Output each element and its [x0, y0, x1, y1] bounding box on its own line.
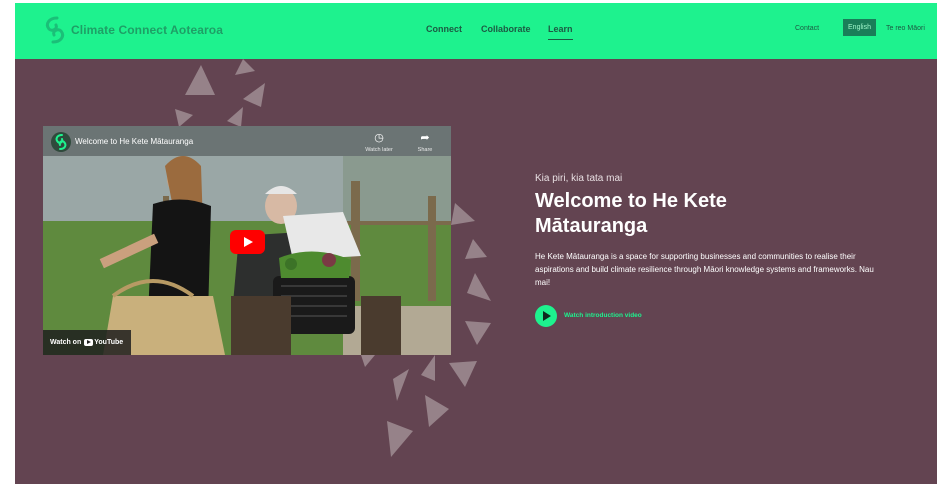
share-button[interactable]: ➦ Share [407, 132, 443, 153]
hero-headline: Welcome to He Kete Mātauranga [535, 190, 727, 237]
watch-later-button[interactable]: ◷ Watch later [361, 132, 397, 153]
watch-later-label: Watch later [365, 147, 393, 153]
play-circle-icon [535, 305, 557, 327]
hero-eyebrow: Kia piri, kia tata mai [535, 173, 623, 184]
youtube-label: YouTube [94, 339, 124, 346]
page-frame: Climate Connect Aotearoa Connect Collabo… [15, 3, 937, 484]
cta-label: Watch introduction video [564, 312, 642, 319]
share-icon: ➦ [420, 132, 430, 144]
video-title[interactable]: Welcome to He Kete Mātauranga [75, 137, 193, 146]
video-play-button[interactable] [230, 230, 265, 254]
hero-description: He Kete Mātauranga is a space for suppor… [535, 252, 874, 287]
clock-icon: ◷ [374, 132, 384, 144]
intro-video-player[interactable]: Welcome to He Kete Mātauranga ◷ Watch la… [43, 126, 451, 355]
share-label: Share [417, 147, 433, 153]
watch-on-youtube-link[interactable]: Watch on YouTube [43, 330, 131, 355]
youtube-icon [84, 338, 94, 346]
watch-on-label: Watch on [50, 339, 82, 346]
channel-logo-icon[interactable] [51, 132, 71, 152]
